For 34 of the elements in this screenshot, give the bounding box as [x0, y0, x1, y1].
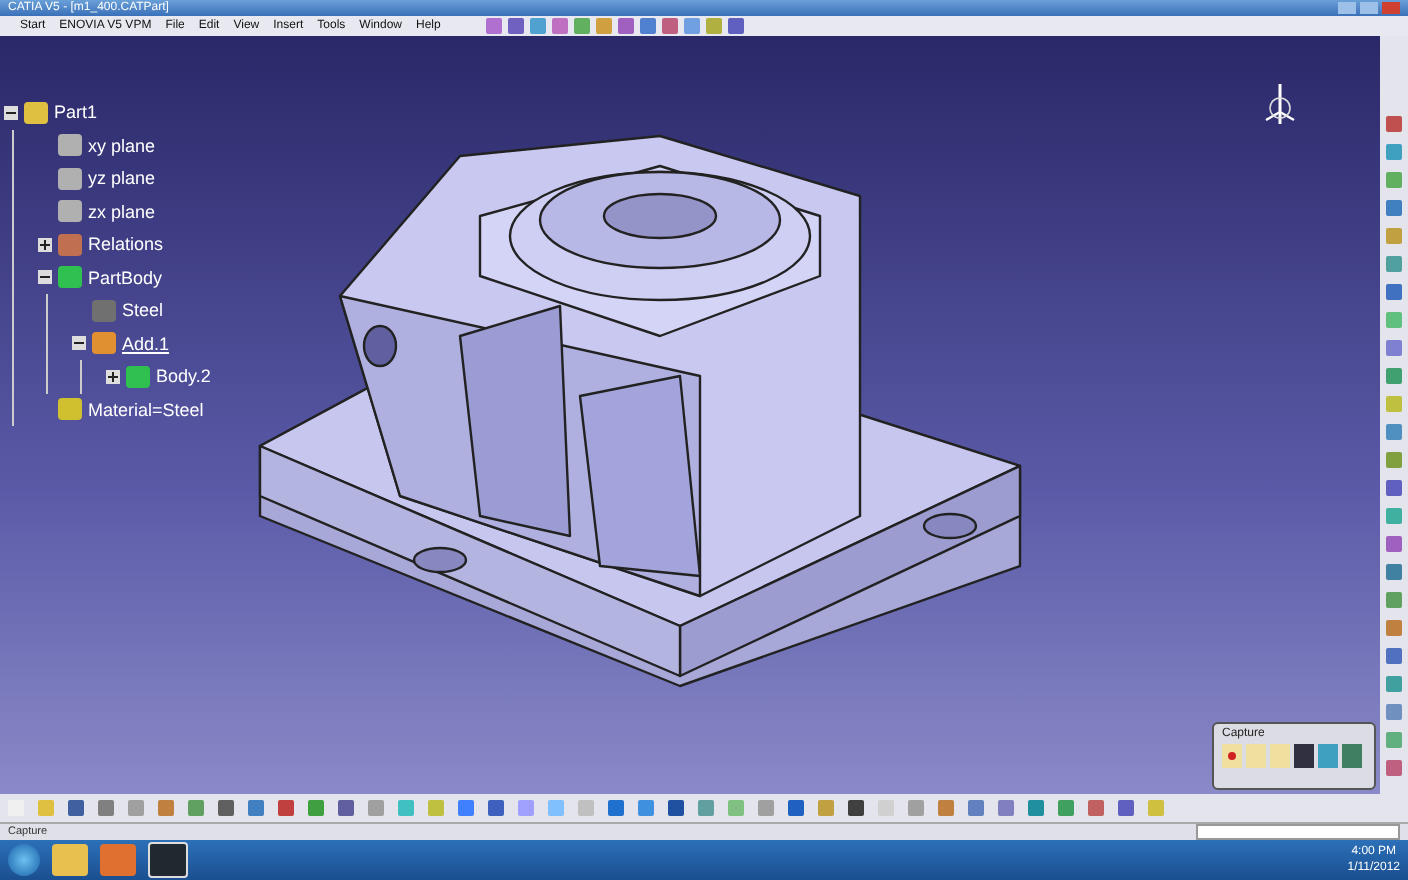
folder-icon[interactable] — [52, 844, 88, 876]
minimize-button[interactable] — [1338, 2, 1356, 14]
part-icon — [24, 101, 48, 124]
tree-item[interactable]: Part1 — [54, 100, 98, 125]
start-button[interactable] — [8, 844, 40, 876]
collapse-toggle[interactable] — [38, 270, 52, 285]
parameter-icon — [58, 398, 82, 421]
expand-toggle[interactable] — [38, 237, 52, 252]
app-icon[interactable] — [148, 842, 188, 878]
collapse-toggle[interactable] — [4, 105, 18, 120]
tree-item[interactable]: Steel — [122, 298, 164, 323]
command-field[interactable] — [1196, 824, 1400, 840]
tree-item[interactable]: Material=Steel — [88, 397, 204, 422]
relations-icon — [58, 233, 82, 256]
tree-item[interactable]: Body.2 — [156, 364, 211, 389]
operation-icon — [92, 332, 116, 355]
plane-icon — [58, 200, 82, 223]
material-icon — [92, 299, 116, 322]
tree-item[interactable]: PartBody — [88, 265, 163, 290]
tree-item[interactable]: zx plane — [88, 199, 156, 224]
record-icon[interactable] — [1222, 744, 1242, 768]
plane-icon — [58, 134, 82, 157]
tree-item[interactable]: xy plane — [88, 133, 156, 158]
expand-toggle[interactable] — [106, 369, 120, 384]
collapse-toggle[interactable] — [72, 336, 86, 351]
plane-icon — [58, 167, 82, 190]
compass-icon[interactable] — [1260, 80, 1300, 128]
maximize-button[interactable] — [1360, 2, 1378, 14]
tree-item[interactable]: Add.1 — [122, 331, 170, 356]
body-icon — [58, 266, 82, 289]
tree-item[interactable]: yz plane — [88, 166, 156, 191]
tree-item[interactable]: Relations — [88, 232, 164, 257]
body-icon — [126, 365, 150, 388]
close-button[interactable] — [1382, 2, 1400, 14]
